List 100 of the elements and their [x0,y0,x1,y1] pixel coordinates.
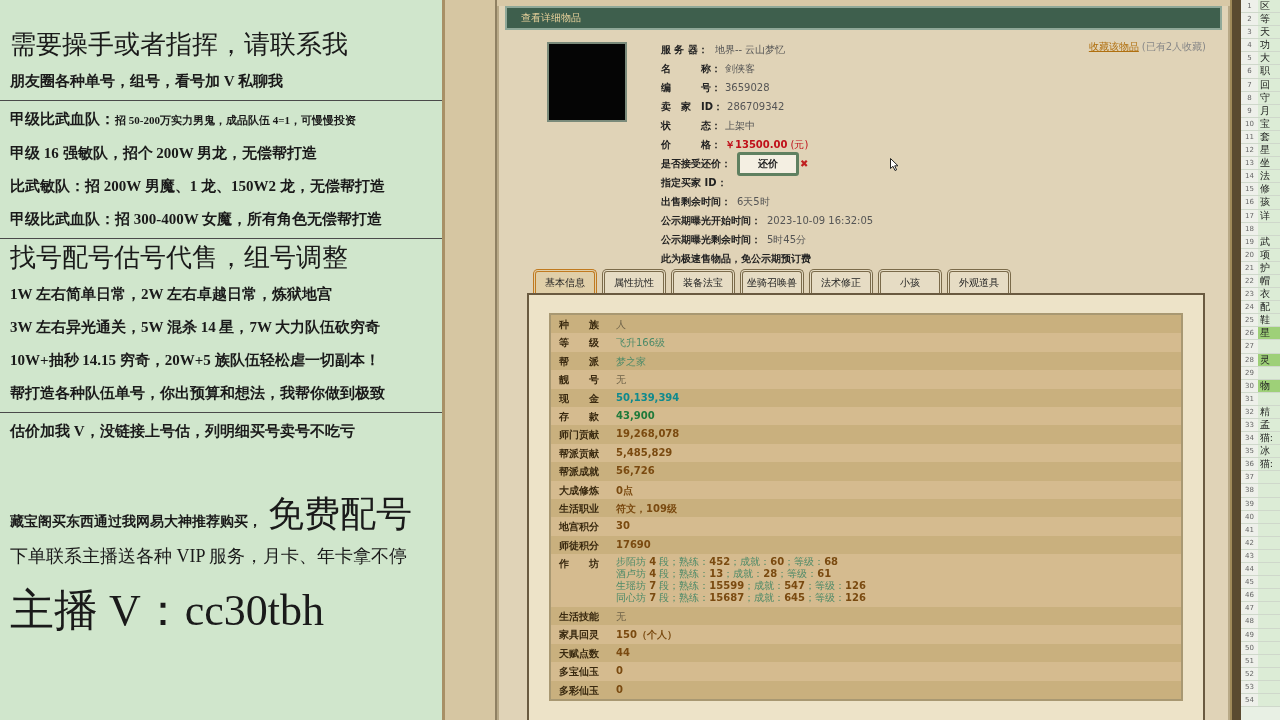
table-cell-text: 步陌坊 4 段；熟练：452；成就：60；等级：68 酒卢坊 4 段；熟练：13；成就：28；等级：61 生瑶坊 7 段；熟练：15599；成就：547；等级：126 同心坊 7 段；熟练：15687；成就：645；等级：126 [616,555,866,606]
table-cell-text: 地宫积分 [558,520,600,535]
table-cell-text: 生活技能 [558,610,600,625]
window-title: 查看详细物品 [521,11,581,25]
table-cell-text: 家具回灵 [558,628,600,643]
table-cell-text: 56,726 [616,464,655,477]
spreadsheet-cell: 鞋 [1258,314,1280,327]
tab[interactable]: 外观道具 [947,269,1011,293]
field-value: 6天5时 [737,194,770,209]
tab[interactable]: 坐骑召唤兽 [740,269,804,293]
table-cell-text: 梦之家 [616,354,646,369]
spreadsheet-cell: 法 [1258,170,1280,183]
field-label: 编 号： [661,80,721,95]
table-cell-text: 存 款 [558,409,600,424]
promo-text: 甲级比武血队：招 50-200万实力男鬼，成品队伍 4=1，可慢慢投资 [10,110,357,129]
table-cell-text: 43,900 [616,408,655,421]
cross-icon: ✖ [800,158,809,169]
table-cell-text: 等 级 [558,336,600,351]
table-cell-text: 0 [616,682,623,695]
table-cell-text: 50,139,394 [616,390,680,403]
field-label: 指定买家 ID： [661,175,727,190]
promo-text: 甲级 16 强敏队，招个 200W 男龙，无偿帮打造 [10,144,319,163]
favorite-count: (已有2人收藏) [1141,41,1206,52]
table-cell-text: 种 族 [558,318,600,332]
table-cell-text: 飞升166级 [616,336,666,351]
spreadsheet-cell: 孩 [1258,196,1280,209]
promo-text: 帮打造各种队伍单号，你出预算和想法，我帮你做到极致 [10,384,386,403]
table-cell-text: 无 [616,373,626,388]
promo-text: 藏宝阁买东西通过我网易大神推荐购买， [10,513,262,531]
field-value: 3659028 [725,82,770,93]
table-cell-text: 0点 [616,483,633,498]
promo-text: 1W 左右简单日常，2W 左右卓越日常，炼狱地宫 [10,285,333,304]
field-value: 剑侠客 [725,61,755,76]
cursor-icon [890,158,899,171]
field-label: 服 务 器： [661,42,709,57]
table-cell-text: 帮派贡献 [558,446,600,461]
spreadsheet-cell: 配 [1258,301,1280,314]
promo-text: 比武敏队：招 200W 男魔、1 龙、150W2 龙，无偿帮打造 [10,177,386,196]
spreadsheet-cell: 猫: [1258,432,1280,445]
tab[interactable]: 属性抗性 [602,269,666,293]
promo-text: 3W 左右异光通关，5W 混杀 14 星，7W 大力队伍砍穷奇 [10,318,382,337]
contact-text: 主播 V：cc30tbh [10,585,326,637]
spreadsheet-cell: 星 [1258,144,1280,157]
price-value: ￥13500.00 [725,137,788,152]
spreadsheet-cell: 大 [1258,52,1280,65]
spreadsheet-cell: 功 [1258,39,1280,52]
field-label: 状 态： [661,118,721,133]
table-cell-text: 无 [616,610,626,625]
table-cell-text: 多宝仙玉 [558,665,600,680]
promo-text: 10W+抽秒 14.15 穷奇，20W+5 族队伍轻松虐一切副本！ [10,351,381,370]
field-value: 286709342 [727,101,785,112]
tab[interactable]: 小孩 [878,269,942,293]
promo-heading: 找号配号估号代售，组号调整 [10,242,349,274]
field-label: 是否接受还价： [661,156,731,171]
field-label: 公示期曝光剩余时间： [661,232,761,247]
promo-text: 朋友圈各种单号，组号，看号加 V 私聊我 [10,72,285,91]
promo-text: 甲级比武血队：招 300-400W 女魔，所有角色无偿帮打造 [10,210,384,229]
table-cell-text: 30 [616,519,630,532]
spreadsheet-cell: 孟 [1258,419,1280,432]
table-cell-text: 5,485,829 [616,445,673,458]
promo-text: 下单联系主播送各种 VIP 服务，月卡、年卡拿不停 [10,545,409,568]
table-cell-text: 44 [616,645,630,658]
table-cell-text: 现 金 [558,391,600,406]
field-label: 价 格： [661,137,721,152]
promo-heading: 免费配号 [268,493,412,536]
field-label: 公示期曝光开始时间： [661,213,761,228]
field-label: 出售剩余时间： [661,194,731,209]
table-cell-text: 0 [616,664,623,677]
spreadsheet-cell: 职 [1258,65,1280,78]
spreadsheet-cell: 衣 [1258,288,1280,301]
counter-offer-button[interactable]: 还价 [737,151,799,176]
table-cell-text: 多彩仙玉 [558,683,600,698]
tab[interactable]: 法术修正 [809,269,873,293]
table-cell-text: 作 坊 [558,557,600,572]
spreadsheet-cell: 冰 [1258,445,1280,458]
table-cell-text: 生活职业 [558,501,600,516]
table-cell-text: 150（个人） [616,628,677,643]
spreadsheet-cell: 星 [1258,327,1280,340]
note-text: 此为极速售物品，免公示期预订费 [661,251,811,266]
table-cell-text: 大成修炼 [558,483,600,498]
spreadsheet-cell: 天 [1258,26,1280,39]
spreadsheet-cell: 修 [1258,183,1280,196]
table-cell-text: 符文，109级 [616,501,677,516]
table-cell-text: 师徒积分 [558,538,600,553]
price-unit: (元) [790,137,809,152]
table-cell-text: 帮派成就 [558,465,600,480]
table-cell-text: 师门贡献 [558,428,600,443]
table-cell-text: 帮 派 [558,354,600,369]
table-cell-text: 19,268,078 [616,427,680,440]
tab[interactable]: 装备法宝 [671,269,735,293]
field-value: 上架中 [725,118,755,133]
field-value: 2023-10-09 16:32:05 [767,215,874,226]
field-label: 卖 家 ID： [661,99,724,114]
spreadsheet-cell: 坐 [1258,157,1280,170]
table-cell-text: 人 [616,318,626,332]
field-label: 名 称： [661,61,721,76]
spreadsheet-cell: 区 [1258,0,1280,13]
promo-text: 估价加我 V，没链接上号估，列明细买号卖号不吃亏 [10,422,356,441]
table-cell-text: 靓 号 [558,373,600,388]
tab[interactable]: 基本信息 [533,269,597,293]
